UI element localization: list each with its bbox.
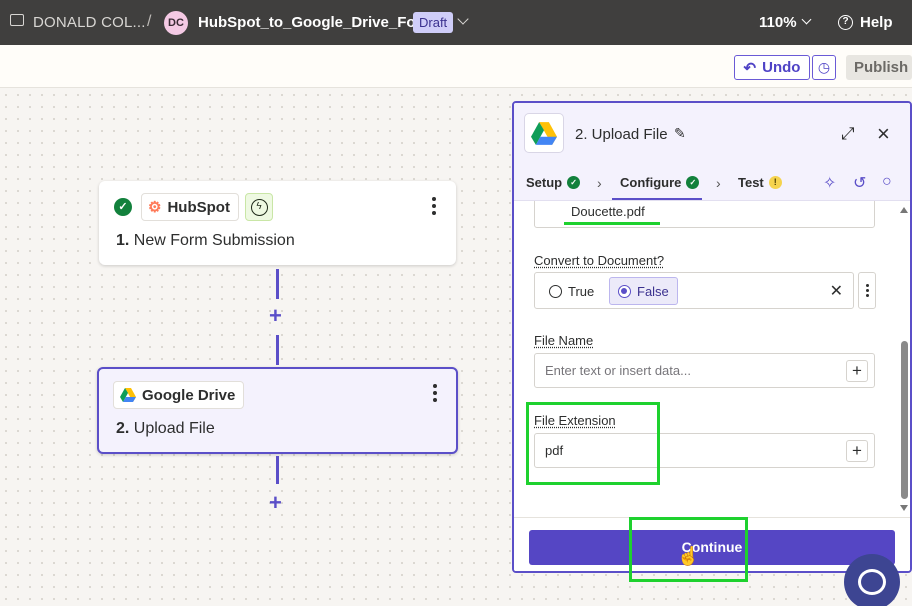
tab-label: Configure (620, 175, 681, 190)
radio-true[interactable]: True (541, 277, 602, 305)
active-tab-indicator (612, 198, 702, 200)
file-value: Doucette.pdf (571, 204, 645, 219)
comment-icon[interactable]: ○ (882, 173, 892, 191)
add-step-icon[interactable]: + (269, 307, 282, 325)
chevron-right-icon: › (597, 175, 602, 191)
clear-icon[interactable]: ✕ (830, 281, 843, 301)
step-title: 2. Upload File (116, 420, 215, 438)
radio-icon (549, 285, 562, 298)
insert-data-icon[interactable]: + (846, 360, 868, 382)
zoom-level[interactable]: 110% (759, 14, 797, 31)
tab-configure[interactable]: Configure ✓ (620, 175, 699, 190)
highlight-box-file-extension (526, 402, 660, 485)
folder-name[interactable]: DONALD COL... (33, 14, 146, 31)
step-title: 1. New Form Submission (116, 232, 295, 250)
insert-data-icon[interactable]: + (846, 440, 868, 462)
connector-line (276, 335, 279, 365)
panel-title[interactable]: 2. Upload File (575, 126, 668, 143)
radio-selected-icon (618, 285, 631, 298)
step-name: New Form Submission (134, 232, 295, 249)
highlight-underline (564, 222, 660, 225)
sparkle-icon[interactable]: ✧ (823, 173, 836, 193)
connector-line (276, 269, 279, 299)
convert-label: Convert to Document? (534, 253, 664, 268)
refresh-icon[interactable]: ↺ (853, 173, 866, 193)
radio-label: False (637, 284, 669, 299)
hubspot-icon: ⚙ (148, 198, 161, 216)
help-button[interactable]: Help (860, 14, 893, 31)
check-icon: ✓ (686, 176, 699, 189)
hand-cursor-icon: ☝ (677, 546, 699, 567)
add-step-icon[interactable]: + (269, 494, 282, 512)
breadcrumb-separator: / (147, 13, 151, 31)
panel-tabs: Setup ✓ › Configure ✓ › Test ! ✧ ↺ ○ (514, 165, 910, 201)
undo-icon: ↶ (744, 59, 757, 77)
chevron-down-icon[interactable] (457, 13, 468, 24)
lightning-icon: ϟ (251, 199, 268, 216)
history-icon[interactable]: ◷ (812, 55, 836, 80)
radio-false[interactable]: False (609, 277, 678, 305)
step-number: 2. (116, 420, 129, 437)
avatar[interactable]: DC (164, 11, 188, 35)
panel-scrollbar[interactable] (898, 201, 910, 517)
app-chip-google-drive: Google Drive (113, 381, 244, 409)
file-name-input[interactable]: Enter text or insert data... + (534, 353, 875, 388)
tab-test[interactable]: Test ! (738, 175, 782, 190)
edit-icon[interactable]: ✎ (674, 125, 686, 142)
google-drive-icon (120, 388, 136, 402)
app-name: HubSpot (167, 199, 229, 216)
tab-label: Test (738, 175, 764, 190)
close-icon[interactable]: × (877, 121, 890, 147)
check-icon: ✓ (567, 176, 580, 189)
scroll-up-icon[interactable] (900, 207, 908, 213)
chat-icon (858, 569, 886, 595)
check-icon: ✓ (114, 198, 132, 216)
scroll-thumb[interactable] (901, 341, 908, 499)
convert-radio-group: True False ✕ (534, 272, 854, 309)
field-options-icon[interactable] (858, 272, 876, 309)
step-card-google-drive[interactable]: Google Drive 2. Upload File (97, 367, 458, 454)
step-editor-panel: 2. Upload File ✎ ⤢ × Setup ✓ › Configure… (512, 101, 912, 573)
more-options-icon[interactable] (432, 197, 436, 215)
tab-setup[interactable]: Setup ✓ (526, 175, 580, 190)
editor-toolbar: ↶ Undo ◷ Publish (0, 45, 912, 88)
warning-icon: ! (769, 176, 782, 189)
expand-icon[interactable]: ⤢ (841, 124, 855, 144)
file-name-placeholder: Enter text or insert data... (545, 363, 691, 378)
step-number: 1. (116, 232, 129, 249)
google-drive-icon (524, 113, 564, 153)
panel-header: 2. Upload File ✎ ⤢ × (514, 103, 910, 165)
undo-label: Undo (762, 59, 800, 76)
scroll-down-icon[interactable] (900, 505, 908, 511)
app-chip-hubspot: ⚙ HubSpot (141, 193, 239, 221)
more-options-icon[interactable] (433, 384, 437, 402)
zap-name[interactable]: HubSpot_to_Google_Drive_Folder (198, 14, 443, 31)
trigger-chip: ϟ (245, 193, 273, 221)
publish-button[interactable]: Publish (846, 55, 912, 80)
top-bar: DONALD COL... / DC HubSpot_to_Google_Dri… (0, 0, 912, 45)
app-name: Google Drive (142, 387, 235, 404)
tab-label: Setup (526, 175, 562, 190)
undo-button[interactable]: ↶ Undo (734, 55, 810, 80)
chat-button[interactable] (844, 554, 900, 606)
status-badge: Draft (413, 12, 453, 33)
folder-icon[interactable] (10, 14, 24, 26)
step-card-hubspot[interactable]: ✓ ⚙ HubSpot ϟ 1. New Form Submission (99, 181, 456, 265)
file-name-label: File Name (534, 333, 593, 348)
step-name: Upload File (134, 420, 215, 437)
zoom-chevron-icon[interactable] (802, 15, 812, 25)
help-icon[interactable]: ? (838, 15, 853, 30)
radio-label: True (568, 284, 594, 299)
connector-line (276, 456, 279, 484)
chevron-right-icon: › (716, 175, 721, 191)
